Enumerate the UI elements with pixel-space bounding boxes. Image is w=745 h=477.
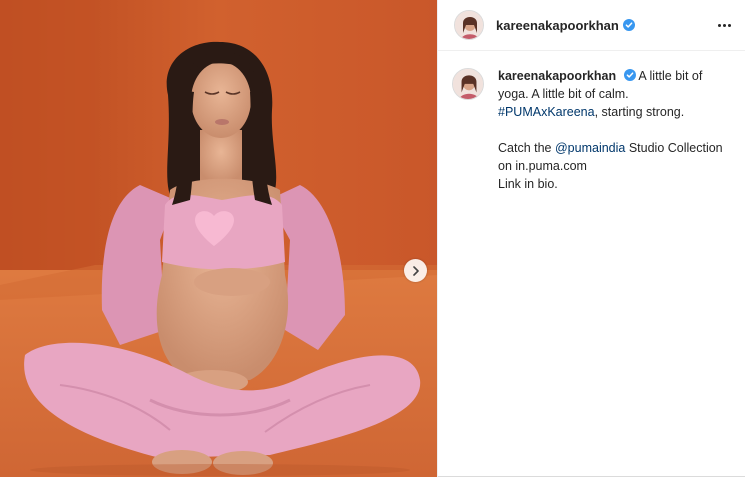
caption-line-end: , starting strong. xyxy=(594,105,685,119)
post-sidebar: kareenakapoorkhan kareenakapoorkhan A li… xyxy=(437,0,745,477)
avatar-image xyxy=(455,11,483,39)
post-header: kareenakapoorkhan xyxy=(438,0,745,51)
chevron-right-icon xyxy=(412,265,419,276)
hashtag-link[interactable]: #PUMAxKareena xyxy=(498,105,595,119)
more-options-icon[interactable] xyxy=(715,16,733,34)
avatar-image xyxy=(453,69,483,99)
instagram-post: kareenakapoorkhan kareenakapoorkhan A li… xyxy=(0,0,745,477)
post-caption: kareenakapoorkhan A little bit of yoga. … xyxy=(438,51,745,193)
yoga-photo xyxy=(0,0,437,477)
avatar[interactable] xyxy=(454,10,484,40)
verified-badge-icon xyxy=(622,19,635,31)
mention-link[interactable]: @pumaindia xyxy=(555,141,625,155)
caption-catch-prefix: Catch the xyxy=(498,141,555,155)
post-image[interactable] xyxy=(0,0,437,477)
caption-paragraph: Catch the @pumaindia Studio Collection o… xyxy=(498,139,729,193)
caption-username[interactable]: kareenakapoorkhan xyxy=(498,69,616,83)
caption-link-in-bio: Link in bio. xyxy=(498,177,558,191)
caption-text: kareenakapoorkhan A little bit of yoga. … xyxy=(498,67,729,193)
caption-avatar[interactable] xyxy=(452,68,484,100)
username-link[interactable]: kareenakapoorkhan xyxy=(496,18,619,33)
verified-badge-icon xyxy=(623,69,636,81)
next-image-button[interactable] xyxy=(404,259,427,282)
